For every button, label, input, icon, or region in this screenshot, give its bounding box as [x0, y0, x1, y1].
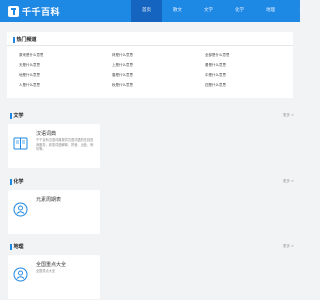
card-description: 千千百科汉语词典提供汉语词语的在线查询服务，收录词语解释、拼音、出处、例句等。	[36, 138, 94, 151]
title-accent-bar	[10, 178, 12, 185]
hot-link[interactable]: 全部是什么意思	[205, 52, 291, 58]
hot-channels-title-text: 热门频道	[16, 37, 37, 43]
hot-link[interactable]: 中是什么意思	[205, 72, 291, 78]
hot-channels-panel: 热门频道 原来是什么意思 林是什么意思 全部是什么意思 天是什么意思 上是什么意…	[7, 32, 293, 98]
hot-channels-title: 热门频道	[13, 36, 37, 43]
card-description: 全国重点大全	[36, 269, 56, 273]
section-title-text: 文学	[13, 113, 24, 119]
title-accent-bar	[13, 36, 15, 43]
nav-item-geography[interactable]: 地理	[255, 0, 286, 22]
site-logo[interactable]: 千千百科	[8, 5, 60, 18]
nav-item-home[interactable]: 首页	[131, 0, 162, 22]
hot-link[interactable]: 四是什么意思	[205, 82, 291, 88]
user-badge-icon	[13, 267, 28, 282]
card-title: 元素周期表	[36, 197, 62, 203]
divider	[7, 45, 293, 46]
nav-item-chemistry[interactable]: 化学	[224, 0, 255, 22]
book-icon	[13, 136, 28, 151]
top-header: 千千百科 首页 散文 文学 化学 地理 IT	[0, 0, 304, 22]
hot-link[interactable]: 天是什么意思	[19, 62, 112, 68]
card-title: 汉语词典	[36, 131, 57, 137]
section-title-text: 地理	[13, 244, 24, 250]
section-title-literature: 文学	[10, 112, 24, 119]
card-dictionary[interactable]: 汉语词典 千千百科汉语词典提供汉语词语的在线查询服务，收录词语解释、拼音、出处、…	[8, 124, 100, 168]
more-link[interactable]: 更多 >	[283, 244, 294, 249]
section-title-chemistry: 化学	[10, 178, 24, 185]
user-badge-icon	[13, 202, 28, 217]
title-accent-bar	[10, 243, 12, 250]
card-key-universities[interactable]: 全国重点大全 全国重点大全	[8, 255, 100, 299]
logo-icon	[8, 6, 19, 17]
more-link[interactable]: 更多 >	[283, 113, 294, 118]
card-periodic-table[interactable]: 元素周期表	[8, 190, 100, 234]
main-nav: 首页 散文 文学 化学 地理 IT	[131, 0, 317, 22]
card-title: 全国重点大全	[36, 262, 67, 268]
section-title-geography: 地理	[10, 243, 24, 250]
hot-link[interactable]: 地是什么意思	[19, 72, 112, 78]
hot-link[interactable]: 上是什么意思	[112, 62, 205, 68]
hot-link[interactable]: 春是什么意思	[112, 72, 205, 78]
nav-item-literature[interactable]: 文学	[193, 0, 224, 22]
more-link[interactable]: 更多 >	[283, 179, 294, 184]
section-title-text: 化学	[13, 179, 24, 185]
hot-link[interactable]: 原来是什么意思	[19, 52, 112, 58]
hot-link[interactable]: 林是什么意思	[112, 52, 205, 58]
hot-link[interactable]: 看是什么意思	[205, 62, 291, 68]
hot-link[interactable]: 人是什么意思	[19, 82, 112, 88]
nav-item-it[interactable]: IT	[286, 0, 317, 22]
logo-text: 千千百科	[22, 8, 61, 18]
nav-item-prose[interactable]: 散文	[162, 0, 193, 22]
title-accent-bar	[10, 112, 12, 119]
hot-links-grid: 原来是什么意思 林是什么意思 全部是什么意思 天是什么意思 上是什么意思 看是什…	[19, 52, 291, 88]
hot-link[interactable]: 秋是什么意思	[112, 82, 205, 88]
